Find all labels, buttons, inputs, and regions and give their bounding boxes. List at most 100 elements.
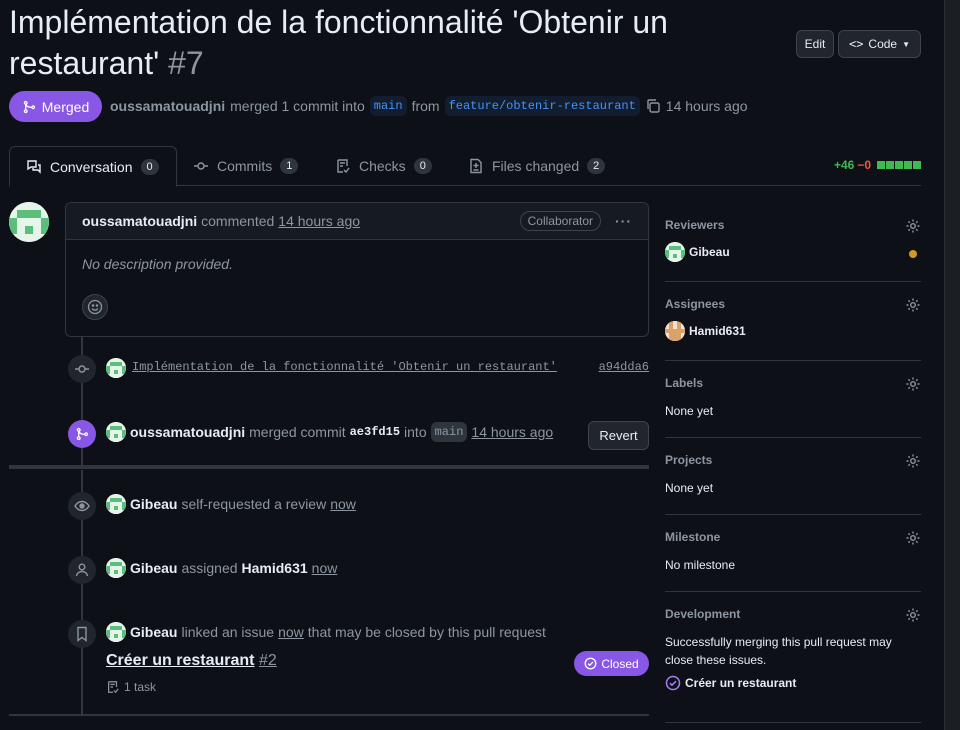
git-commit-icon [194, 162, 208, 170]
linked-issue-title[interactable]: Créer un restaurant [106, 652, 255, 669]
code-button[interactable]: <> Code ▼ [838, 30, 921, 58]
edit-button[interactable]: Edit [796, 30, 834, 58]
tab-conversation[interactable]: Conversation 0 [9, 146, 177, 187]
avatar[interactable] [106, 358, 126, 378]
assign-event-icon [68, 556, 96, 584]
comment-author[interactable]: oussamatouadjni [82, 213, 197, 229]
smiley-icon [87, 299, 103, 315]
scrollbar[interactable] [944, 0, 960, 730]
assign-text: assigned [181, 560, 238, 576]
avatar[interactable] [9, 202, 49, 242]
linked-issue-number[interactable]: #2 [259, 652, 277, 669]
development-issue-title: Créer un restaurant [685, 676, 797, 690]
link-time[interactable]: now [278, 624, 304, 640]
assignee-item[interactable]: Hamid631 [665, 321, 921, 341]
link-event-row: Gibeau linked an issue now that may be c… [106, 621, 546, 643]
tab-checks-count: 0 [413, 158, 432, 174]
labels-value: None yet [665, 404, 714, 418]
eye-icon [74, 500, 90, 512]
merged-time[interactable]: 14 hours ago [666, 98, 748, 114]
pending-review-dot-icon [909, 250, 917, 258]
merge-author[interactable]: oussamatouadjni [130, 424, 245, 440]
development-text: Successfully merging this pull request m… [665, 635, 892, 667]
gear-icon[interactable] [905, 607, 921, 626]
gear-icon[interactable] [905, 453, 921, 472]
review-text: self-requested a review [181, 496, 327, 512]
code-button-label: Code [868, 37, 898, 51]
tab-files-changed[interactable]: Files changed 2 [452, 146, 621, 186]
linked-issue[interactable]: Créer un restaurant #2 [106, 652, 277, 670]
issue-closed-label: Closed [601, 656, 639, 671]
checklist-icon [108, 681, 119, 694]
code-icon: <> [848, 37, 864, 51]
link-user[interactable]: Gibeau [130, 624, 177, 640]
copy-icon[interactable] [645, 98, 661, 114]
pr-meta: oussamatouadjni merged 1 commit into mai… [110, 95, 748, 117]
tab-checks[interactable]: Checks 0 [319, 146, 448, 186]
merge-event-row: oussamatouadjni merged commit ae3fd15 in… [106, 421, 553, 443]
sidebar-assignees: Assignees Hamid631 [665, 297, 921, 361]
timeline-divider [9, 714, 649, 716]
avatar[interactable] [106, 622, 126, 642]
pr-number: #7 [168, 45, 204, 81]
assignee-name[interactable]: Hamid631 [242, 560, 308, 576]
tab-commits-count: 1 [280, 158, 299, 174]
review-time[interactable]: now [330, 496, 356, 512]
merge-into: into [404, 424, 427, 440]
commit-message-link[interactable]: Implémentation de la fonctionnalité 'Obt… [132, 360, 557, 374]
issue-closed-badge: Closed [574, 651, 649, 676]
tab-checks-label: Checks [359, 158, 406, 174]
tab-files-changed-label: Files changed [492, 158, 580, 174]
sidebar-projects-title: Projects [665, 453, 713, 467]
merge-commit-sha[interactable]: ae3fd15 [350, 425, 400, 439]
git-merge-icon [23, 100, 35, 113]
development-issue[interactable]: Créer un restaurant [665, 675, 921, 691]
avatar [665, 321, 685, 341]
revert-button[interactable]: Revert [588, 421, 649, 450]
gear-icon[interactable] [905, 376, 921, 395]
diffstat[interactable]: +46 −0 [834, 158, 921, 172]
merge-branch[interactable]: main [430, 422, 468, 442]
gear-icon[interactable] [905, 297, 921, 316]
avatar [665, 242, 685, 262]
merge-time[interactable]: 14 hours ago [471, 424, 553, 440]
file-diff-icon [470, 158, 482, 174]
gear-icon[interactable] [905, 218, 921, 237]
commit-sha-link[interactable]: a94dda6 [599, 360, 649, 374]
head-branch[interactable]: feature/obtenir-restaurant [444, 96, 640, 116]
avatar[interactable] [106, 422, 126, 442]
base-branch[interactable]: main [369, 96, 407, 116]
avatar[interactable] [106, 558, 126, 578]
kebab-menu-icon[interactable]: ··· [615, 213, 632, 229]
commit-event-icon [68, 355, 96, 383]
check-circle-icon [665, 675, 681, 691]
assign-user[interactable]: Gibeau [130, 560, 177, 576]
git-commit-icon [75, 365, 89, 373]
issue-tasks-label: 1 task [124, 680, 157, 694]
merged-status-label: Merged [41, 98, 90, 115]
sidebar-milestone-title: Milestone [665, 530, 721, 544]
page-title: Implémentation de la fonctionnalité 'Obt… [9, 2, 769, 84]
sidebar-labels: Labels None yet [665, 376, 921, 438]
sidebar-reviewers-title: Reviewers [665, 218, 725, 232]
link-text-pre: linked an issue [181, 624, 275, 640]
gear-icon[interactable] [905, 530, 921, 549]
issue-tasks: 1 task [106, 678, 156, 696]
assign-time[interactable]: now [312, 560, 338, 576]
assign-event-row: Gibeau assigned Hamid631 now [106, 557, 337, 579]
review-user[interactable]: Gibeau [130, 496, 177, 512]
sidebar-projects: Projects None yet [665, 453, 921, 515]
sidebar-milestone: Milestone No milestone [665, 530, 921, 592]
assignee-sidebar-name: Hamid631 [689, 324, 746, 338]
comment-time[interactable]: 14 hours ago [278, 213, 360, 229]
projects-value: None yet [665, 481, 714, 495]
tab-commits[interactable]: Commits 1 [177, 146, 314, 186]
tab-commits-label: Commits [217, 158, 273, 174]
add-reaction-button[interactable] [82, 294, 108, 320]
author-link[interactable]: oussamatouadjni [110, 98, 225, 114]
reviewer-item[interactable]: Gibeau [665, 242, 921, 262]
avatar[interactable] [106, 494, 126, 514]
diffstat-additions: +46 [833, 158, 855, 172]
comment-box: oussamatouadjni commented 14 hours ago C… [65, 202, 649, 337]
sidebar-reviewers: Reviewers Gibeau [665, 218, 921, 282]
